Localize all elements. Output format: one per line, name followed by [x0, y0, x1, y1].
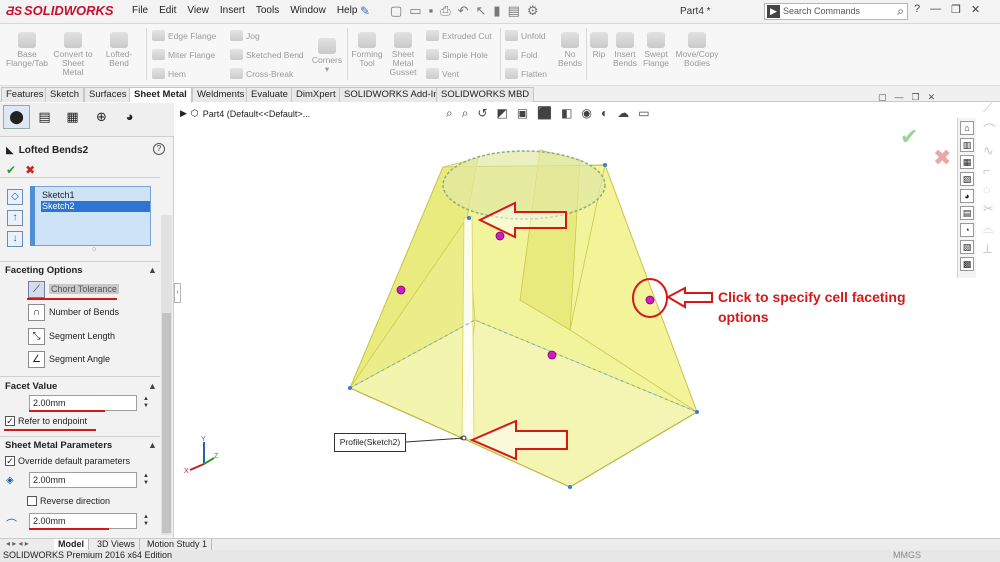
profile-sketch2-tag[interactable]: Profile(Sketch2) [334, 433, 406, 452]
annotation-arrow-right [665, 286, 713, 309]
status-bar: SOLIDWORKS Premium 2016 x64 Edition MMGS [0, 550, 1000, 562]
top-profile-sketch1[interactable] [442, 150, 606, 220]
bottom-tabs: ◂ ▸ ◂ ▸ Model 3D Views Motion Study 1 [0, 538, 1000, 551]
model-seam [461, 215, 475, 441]
coordinate-triad: Y X Z [184, 436, 219, 475]
svg-text:Y: Y [201, 436, 206, 443]
tab-scroll-icons[interactable]: ◂ ▸ ◂ ▸ [6, 539, 29, 548]
annotation-callout-text: Click to specify cell faceting options [718, 289, 906, 325]
solidworks-window: ƋS SOLIDWORKS File Edit View Insert Tools… [0, 0, 1000, 562]
status-edition: SOLIDWORKS Premium 2016 x64 Edition [3, 550, 173, 560]
profile-tag-leader [405, 437, 465, 443]
svg-text:Z: Z [214, 453, 219, 460]
status-units[interactable]: MMGS [893, 550, 921, 561]
lofted-bend-model: Y X Z [184, 149, 713, 489]
svg-text:X: X [184, 468, 189, 475]
profile-tag-anchor [461, 435, 467, 441]
